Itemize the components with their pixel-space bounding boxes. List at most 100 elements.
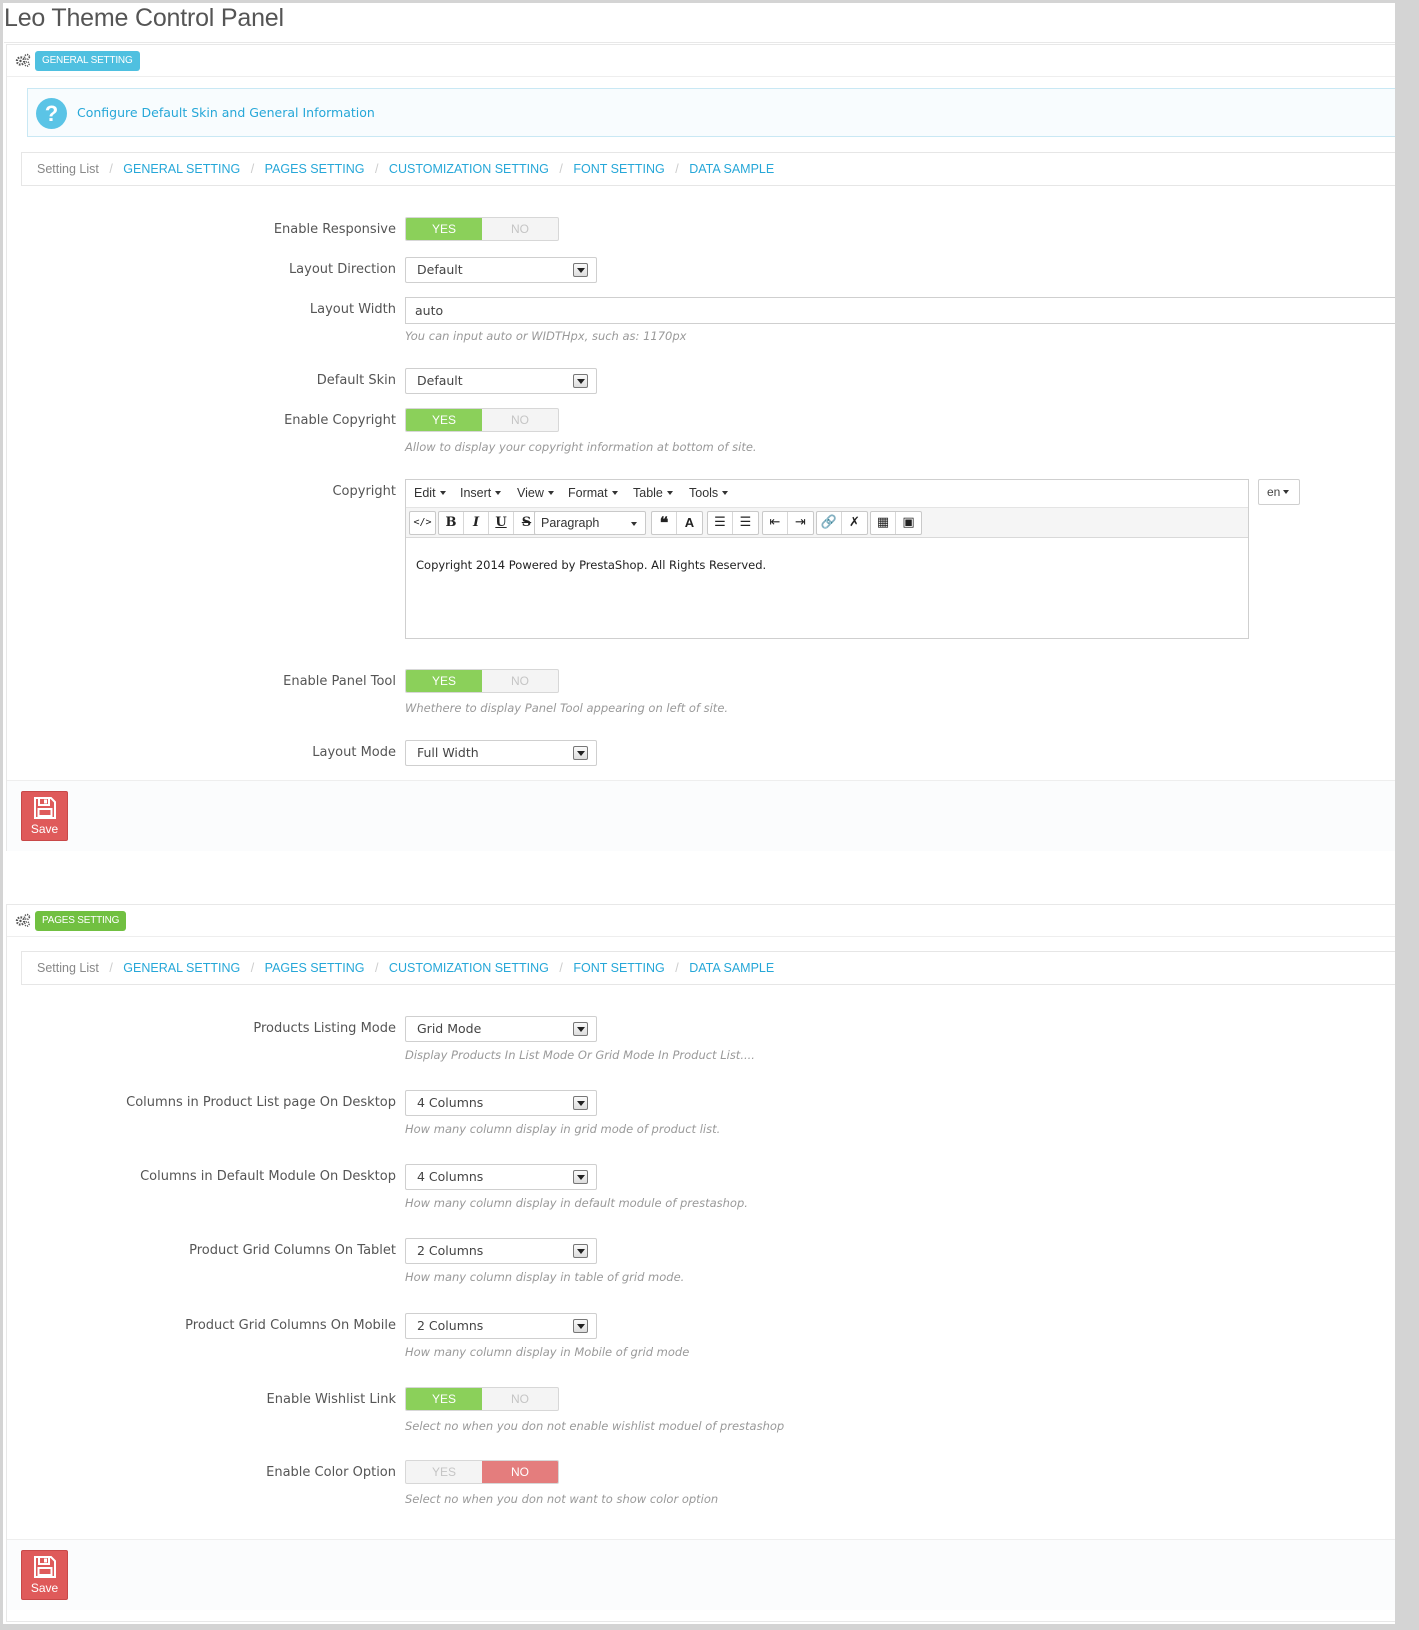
general-setting-panel: GENERAL SETTING ? Configure Default Skin… — [6, 44, 1395, 851]
copyright-row: Copyright Edit Insert View Format Table … — [7, 479, 1395, 641]
breadcrumb-font-setting[interactable]: FONT SETTING — [573, 162, 664, 176]
unlink-icon[interactable]: ✗ — [842, 512, 867, 534]
default-skin-select[interactable]: Default — [405, 368, 597, 394]
enable-color-option-switch[interactable]: YES NO — [405, 1460, 559, 1484]
question-icon: ? — [36, 98, 67, 129]
switch-yes[interactable]: YES — [406, 409, 482, 431]
paragraph-format-select[interactable]: Paragraph — [534, 511, 646, 535]
switch-yes[interactable]: YES — [406, 1461, 482, 1483]
breadcrumb-pages-setting[interactable]: PAGES SETTING — [265, 162, 365, 176]
columns-product-list-desktop-label: Columns in Product List page On Desktop — [126, 1095, 396, 1110]
italic-icon[interactable]: I — [464, 512, 489, 534]
breadcrumb-general-setting[interactable]: GENERAL SETTING — [123, 961, 240, 975]
copyright-label: Copyright — [332, 484, 396, 499]
bold-icon[interactable]: B — [439, 512, 464, 534]
grid-columns-tablet-select[interactable]: 2 Columns — [405, 1238, 597, 1264]
enable-copyright-label: Enable Copyright — [284, 413, 396, 428]
menu-table[interactable]: Table — [633, 486, 673, 500]
enable-copyright-switch[interactable]: YES NO — [405, 408, 559, 432]
grid-columns-mobile-help: How many column display in Mobile of gri… — [405, 1345, 690, 1359]
breadcrumb-data-sample[interactable]: DATA SAMPLE — [689, 162, 774, 176]
switch-no[interactable]: NO — [482, 409, 558, 431]
switch-no[interactable]: NO — [482, 1388, 558, 1410]
editor-content[interactable]: Copyright 2014 Powered by PrestaShop. Al… — [416, 558, 766, 572]
copyright-editor: Edit Insert View Format Table Tools </> … — [405, 479, 1249, 639]
columns-default-module-desktop-select[interactable]: 4 Columns — [405, 1164, 597, 1190]
save-icon — [34, 1556, 56, 1578]
panel-heading: PAGES SETTING — [7, 905, 1395, 937]
menu-format[interactable]: Format — [568, 486, 618, 500]
dropdown-arrow-icon — [573, 1096, 588, 1110]
bullet-list-icon[interactable]: ☰ — [708, 512, 733, 534]
save-icon — [34, 797, 56, 819]
select-value: Default — [417, 262, 463, 277]
info-text: Configure Default Skin and General Infor… — [77, 105, 375, 120]
enable-responsive-switch[interactable]: YES NO — [405, 217, 559, 241]
breadcrumb-data-sample[interactable]: DATA SAMPLE — [689, 961, 774, 975]
language-dropdown[interactable]: en — [1258, 479, 1300, 505]
underline-icon[interactable]: U — [489, 512, 514, 534]
breadcrumb-customization-setting[interactable]: CUSTOMIZATION SETTING — [389, 961, 549, 975]
title-divider — [4, 42, 1395, 43]
products-listing-mode-row: Products Listing Mode Grid Mode Display … — [7, 1016, 1395, 1066]
text-color-icon[interactable]: A — [677, 512, 702, 534]
default-skin-label: Default Skin — [316, 373, 396, 388]
enable-panel-tool-help: Whethere to display Panel Tool appearing… — [405, 701, 729, 715]
columns-product-list-desktop-row: Columns in Product List page On Desktop … — [7, 1090, 1395, 1140]
layout-width-label: Layout Width — [309, 302, 396, 317]
select-value: 2 Columns — [417, 1318, 484, 1333]
breadcrumb-root: Setting List — [37, 162, 99, 176]
switch-yes[interactable]: YES — [406, 1388, 482, 1410]
link-icon[interactable]: 🔗 — [817, 512, 842, 534]
breadcrumb-customization-setting[interactable]: CUSTOMIZATION SETTING — [389, 162, 549, 176]
breadcrumb-pages-setting[interactable]: PAGES SETTING — [265, 961, 365, 975]
save-button[interactable]: Save — [21, 791, 68, 841]
breadcrumb-font-setting[interactable]: FONT SETTING — [573, 961, 664, 975]
enable-wishlist-row: Enable Wishlist Link YES NO Select no wh… — [7, 1387, 1395, 1437]
columns-product-list-desktop-help: How many column display in grid mode of … — [405, 1122, 721, 1136]
select-value: 4 Columns — [417, 1169, 484, 1184]
columns-product-list-desktop-select[interactable]: 4 Columns — [405, 1090, 597, 1116]
dropdown-arrow-icon — [573, 374, 588, 388]
dropdown-arrow-icon — [573, 746, 588, 760]
breadcrumb-general-setting[interactable]: GENERAL SETTING — [123, 162, 240, 176]
blockquote-icon[interactable]: ❝ — [652, 512, 677, 534]
info-alert: ? Configure Default Skin and General Inf… — [27, 88, 1395, 137]
grid-columns-mobile-label: Product Grid Columns On Mobile — [185, 1318, 396, 1333]
breadcrumb: Setting List / GENERAL SETTING / PAGES S… — [21, 951, 1395, 985]
menu-insert[interactable]: Insert — [460, 486, 502, 500]
grid-columns-mobile-select[interactable]: 2 Columns — [405, 1313, 597, 1339]
panel-footer: Save — [7, 1539, 1395, 1610]
numbered-list-icon[interactable]: ☰ — [733, 512, 758, 534]
layout-direction-select[interactable]: Default — [405, 257, 597, 283]
enable-color-option-row: Enable Color Option YES NO Select no whe… — [7, 1460, 1395, 1510]
menu-view[interactable]: View — [517, 486, 554, 500]
select-value: Grid Mode — [417, 1021, 482, 1036]
enable-wishlist-switch[interactable]: YES NO — [405, 1387, 559, 1411]
switch-no[interactable]: NO — [482, 1461, 558, 1483]
products-listing-mode-help: Display Products In List Mode Or Grid Mo… — [405, 1048, 755, 1062]
layout-direction-label: Layout Direction — [288, 262, 396, 277]
columns-default-module-desktop-help: How many column display in default modul… — [405, 1196, 748, 1210]
layout-mode-select[interactable]: Full Width — [405, 740, 597, 766]
products-listing-mode-select[interactable]: Grid Mode — [405, 1016, 597, 1042]
enable-panel-tool-switch[interactable]: YES NO — [405, 669, 559, 693]
menu-tools[interactable]: Tools — [689, 486, 729, 500]
layout-width-input[interactable]: auto — [405, 297, 1395, 324]
indent-icon[interactable]: ⇥ — [788, 512, 813, 534]
source-code-icon[interactable]: </> — [410, 512, 435, 534]
switch-no[interactable]: NO — [482, 218, 558, 240]
outdent-icon[interactable]: ⇤ — [763, 512, 788, 534]
cogs-icon — [15, 913, 31, 927]
switch-no[interactable]: NO — [482, 670, 558, 692]
switch-yes[interactable]: YES — [406, 670, 482, 692]
switch-yes[interactable]: YES — [406, 218, 482, 240]
save-button[interactable]: Save — [21, 1550, 68, 1600]
media-icon[interactable]: ▦ — [871, 512, 896, 534]
layout-width-help: You can input auto or WIDTHpx, such as: … — [405, 329, 687, 343]
menu-edit[interactable]: Edit — [414, 486, 446, 500]
breadcrumb-root: Setting List — [37, 961, 99, 975]
grid-columns-tablet-help: How many column display in table of grid… — [405, 1270, 685, 1284]
dropdown-arrow-icon — [573, 263, 588, 277]
image-icon[interactable]: ▣ — [896, 512, 921, 534]
